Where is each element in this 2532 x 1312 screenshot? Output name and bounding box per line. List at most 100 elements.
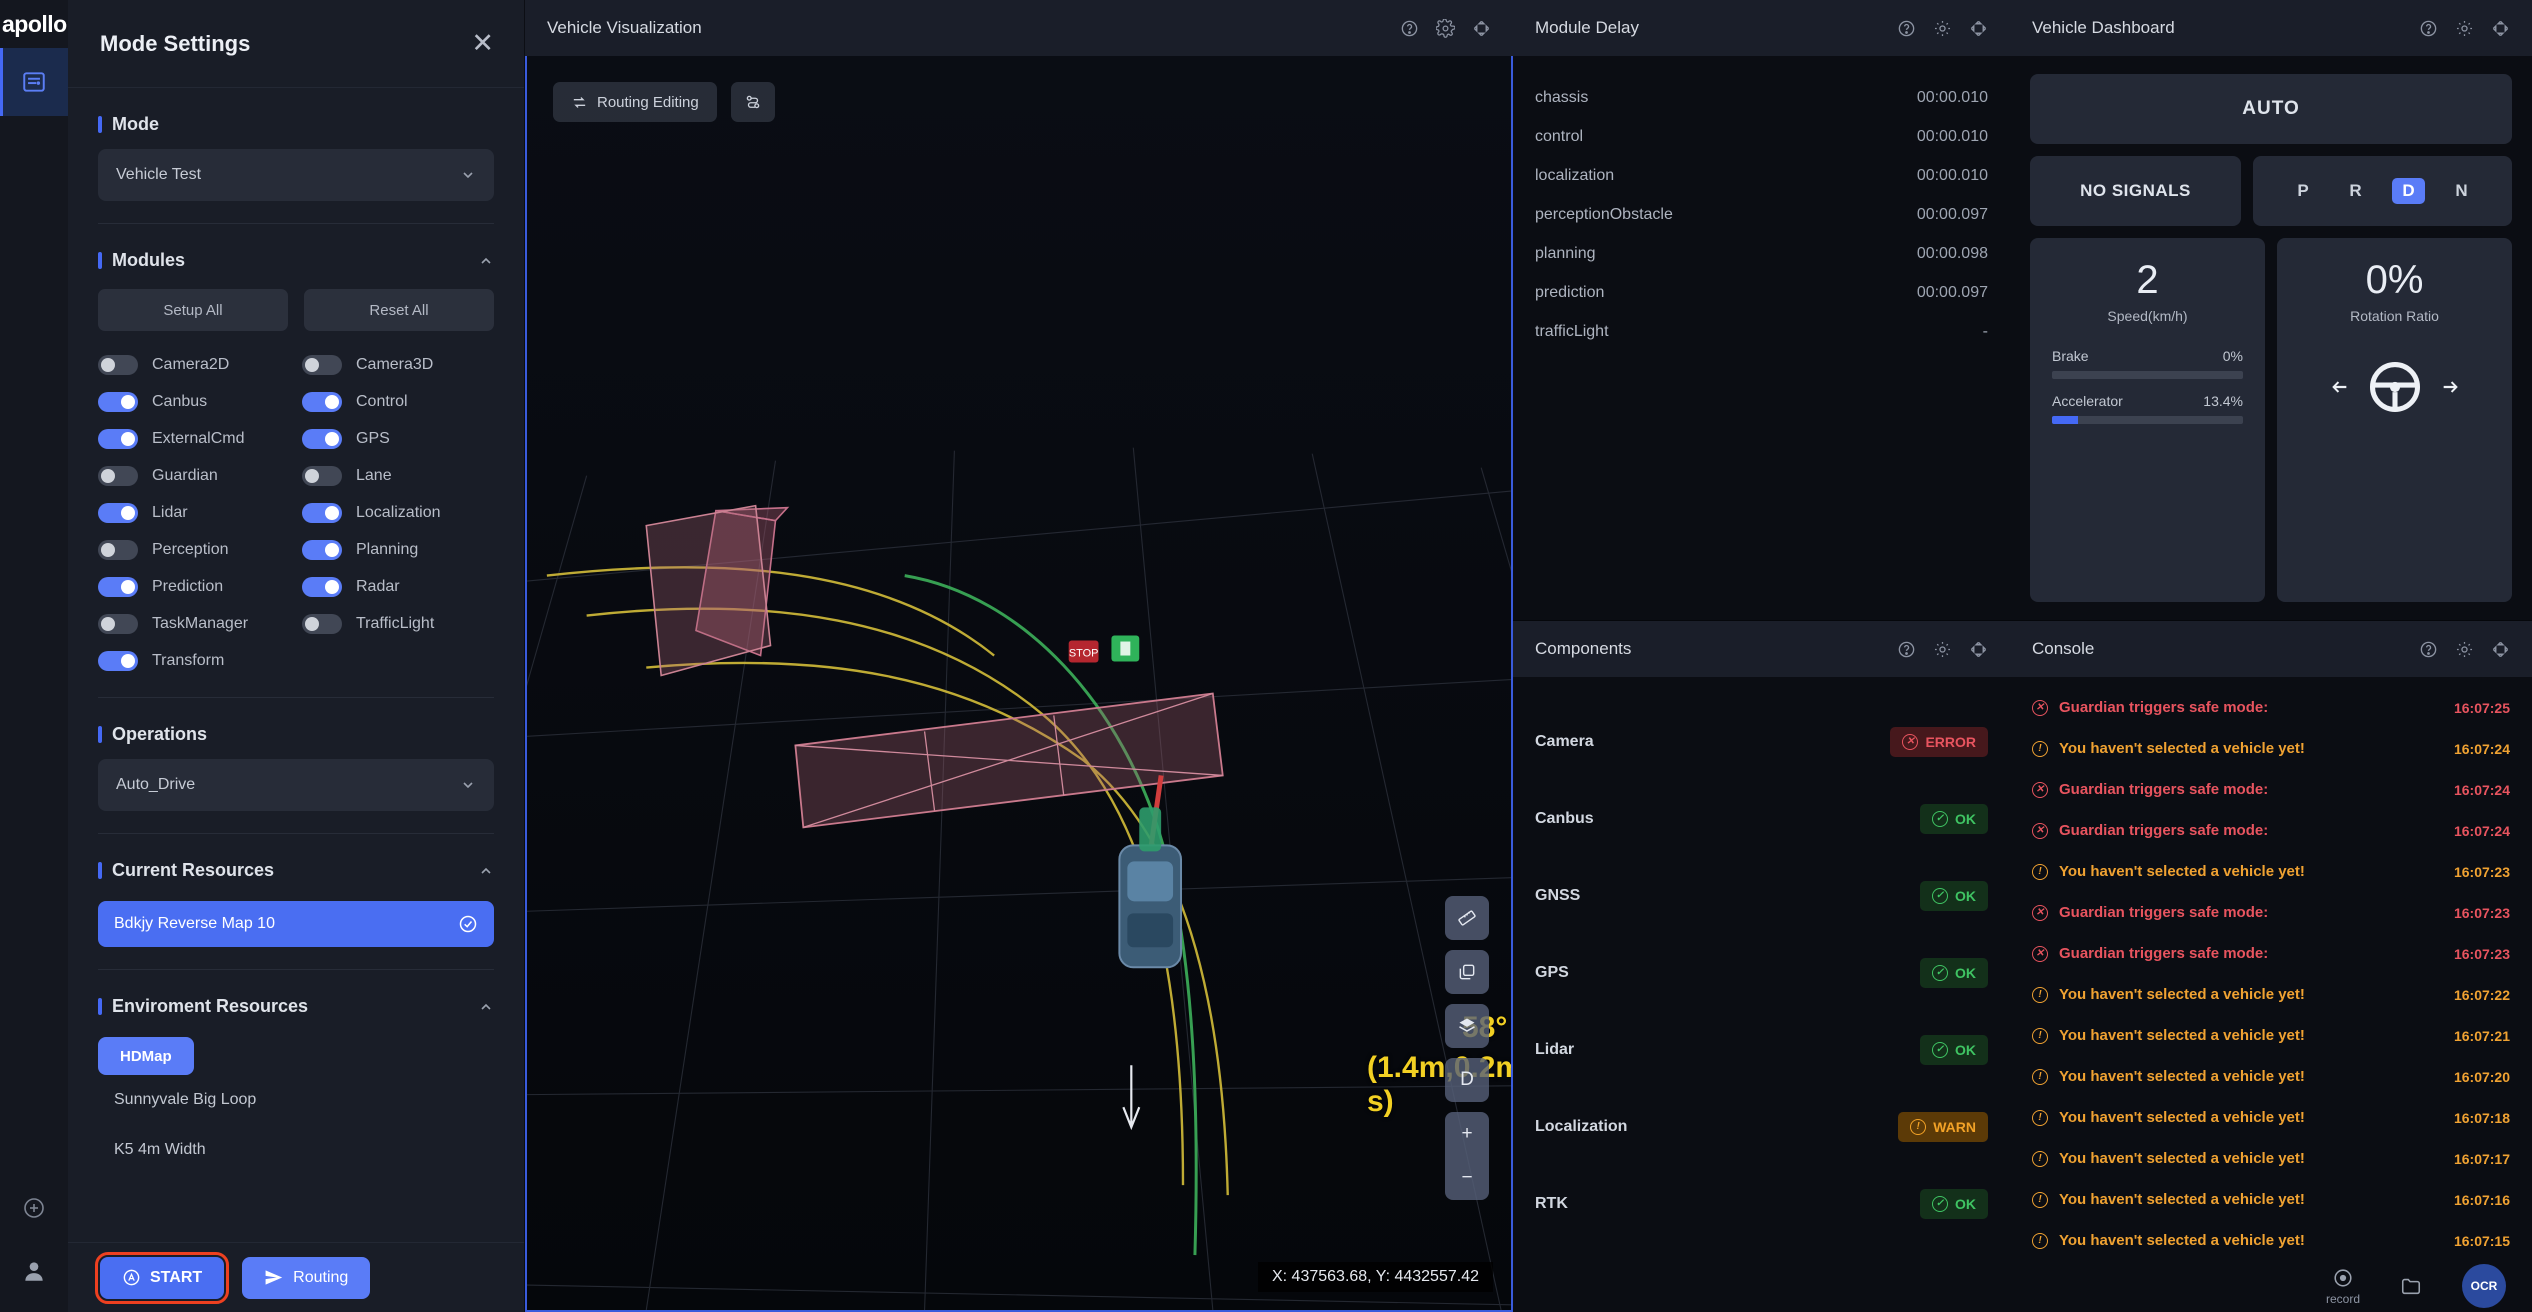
module-toggle-trafficlight[interactable]: TrafficLight bbox=[302, 614, 494, 634]
help-icon[interactable] bbox=[1400, 19, 1419, 38]
chevron-up-icon[interactable] bbox=[478, 863, 494, 879]
expand-icon[interactable] bbox=[1969, 19, 1988, 38]
console-timestamp: 16:07:15 bbox=[2453, 1232, 2510, 1249]
help-icon[interactable] bbox=[1897, 640, 1916, 659]
toggle-switch[interactable] bbox=[302, 577, 342, 597]
console-text: Guardian triggers safe mode: bbox=[2059, 781, 2269, 798]
route-edit-toggle-button[interactable] bbox=[730, 82, 775, 122]
module-toggle-lidar[interactable]: Lidar bbox=[98, 503, 290, 523]
section-current-resources-header[interactable]: Current Resources bbox=[98, 834, 494, 895]
console-message: ✕ Guardian triggers safe mode: bbox=[2032, 822, 2268, 839]
module-toggle-localization[interactable]: Localization bbox=[302, 503, 494, 523]
setup-all-button[interactable]: Setup All bbox=[98, 289, 288, 331]
module-toggle-planning[interactable]: Planning bbox=[302, 540, 494, 560]
zoom-in-button[interactable]: + bbox=[1445, 1112, 1489, 1156]
copy-icon[interactable] bbox=[1445, 950, 1489, 994]
module-toggle-externalcmd[interactable]: ExternalCmd bbox=[98, 429, 290, 449]
toggle-switch[interactable] bbox=[302, 503, 342, 523]
console-log-list: ✕ Guardian triggers safe mode: 16:07:25! Yo… bbox=[2010, 677, 2532, 1312]
console-text: Guardian triggers safe mode: bbox=[2059, 699, 2269, 716]
module-toggle-lane[interactable]: Lane bbox=[302, 466, 494, 486]
environment-resource-item[interactable]: Sunnyvale Big Loop bbox=[98, 1075, 494, 1125]
routing-editing-button[interactable]: Routing Editing bbox=[553, 82, 717, 122]
mode-select[interactable]: Vehicle Test bbox=[98, 149, 494, 201]
chevron-up-icon[interactable] bbox=[478, 999, 494, 1015]
routing-button[interactable]: Routing bbox=[242, 1256, 371, 1299]
toggle-switch[interactable] bbox=[98, 503, 138, 523]
toggle-switch[interactable] bbox=[98, 466, 138, 486]
gear-icon[interactable] bbox=[2455, 640, 2474, 659]
close-icon[interactable]: ✕ bbox=[471, 30, 494, 57]
layers-icon[interactable] bbox=[1445, 1004, 1489, 1048]
folder-button[interactable] bbox=[2400, 1275, 2422, 1297]
help-icon[interactable] bbox=[2419, 640, 2438, 659]
module-toggle-control[interactable]: Control bbox=[302, 392, 494, 412]
help-icon[interactable] bbox=[2419, 19, 2438, 38]
module-toggle-taskmanager[interactable]: TaskManager bbox=[98, 614, 290, 634]
toggle-switch[interactable] bbox=[98, 429, 138, 449]
module-toggle-transform[interactable]: Transform bbox=[98, 651, 290, 671]
drive-mode-button[interactable]: D bbox=[1445, 1058, 1489, 1102]
module-toggle-canbus[interactable]: Canbus bbox=[98, 392, 290, 412]
module-toggle-gps[interactable]: GPS bbox=[302, 429, 494, 449]
module-toggle-prediction[interactable]: Prediction bbox=[98, 577, 290, 597]
speed-gauge: 2 Speed(km/h) Brake 0% Accelerator 13.4% bbox=[2030, 238, 2265, 602]
viz-canvas[interactable]: STOP Routing Editing (1.4m s) D + − X: 4… bbox=[525, 56, 1513, 1312]
module-delay-value: 00:00.010 bbox=[1916, 127, 1988, 145]
gear-icon[interactable] bbox=[1436, 18, 1455, 38]
module-toggle-camera3d[interactable]: Camera3D bbox=[302, 355, 494, 375]
gear-option-p[interactable]: P bbox=[2287, 178, 2318, 204]
status-icon: ✓ bbox=[1932, 1041, 1948, 1058]
operations-select[interactable]: Auto_Drive bbox=[98, 759, 494, 811]
ruler-icon[interactable] bbox=[1445, 896, 1489, 940]
start-button[interactable]: START bbox=[94, 1251, 230, 1304]
plus-circle-icon[interactable] bbox=[22, 1196, 46, 1220]
expand-icon[interactable] bbox=[1969, 640, 1988, 659]
steering-indicator bbox=[2299, 358, 2490, 416]
toggle-switch[interactable] bbox=[302, 392, 342, 412]
toggle-switch[interactable] bbox=[302, 466, 342, 486]
expand-icon[interactable] bbox=[2491, 19, 2510, 38]
toggle-switch[interactable] bbox=[98, 392, 138, 412]
avatar[interactable]: OCR bbox=[2462, 1264, 2506, 1308]
folder-icon bbox=[2400, 1275, 2422, 1297]
module-label: Transform bbox=[152, 652, 225, 669]
gear-icon[interactable] bbox=[1933, 19, 1952, 38]
gear-option-r[interactable]: R bbox=[2339, 178, 2371, 204]
module-toggle-radar[interactable]: Radar bbox=[302, 577, 494, 597]
module-toggle-perception[interactable]: Perception bbox=[98, 540, 290, 560]
dashboard-gauges: 2 Speed(km/h) Brake 0% Accelerator 13.4% bbox=[2030, 238, 2512, 602]
toggle-switch[interactable] bbox=[98, 651, 138, 671]
toggle-switch[interactable] bbox=[98, 577, 138, 597]
environment-resource-item[interactable]: K5 4m Width bbox=[98, 1125, 494, 1175]
toggle-switch[interactable] bbox=[302, 429, 342, 449]
expand-icon[interactable] bbox=[2491, 640, 2510, 659]
gear-option-n[interactable]: N bbox=[2445, 178, 2477, 204]
console-timestamp: 16:07:17 bbox=[2453, 1150, 2510, 1167]
expand-icon[interactable] bbox=[1472, 19, 1491, 38]
user-icon[interactable] bbox=[21, 1258, 47, 1284]
toggle-switch[interactable] bbox=[98, 540, 138, 560]
module-toggle-guardian[interactable]: Guardian bbox=[98, 466, 290, 486]
gear-icon[interactable] bbox=[2455, 19, 2474, 38]
toggle-switch[interactable] bbox=[302, 355, 342, 375]
zoom-out-button[interactable]: − bbox=[1445, 1156, 1489, 1200]
console-timestamp: 16:07:23 bbox=[2453, 945, 2510, 962]
gear-option-d[interactable]: D bbox=[2392, 178, 2425, 204]
gear-selector: PRDN bbox=[2253, 156, 2512, 226]
chevron-up-icon[interactable] bbox=[478, 253, 494, 269]
hdmap-tag[interactable]: HDMap bbox=[98, 1037, 194, 1075]
record-button[interactable]: record bbox=[2326, 1267, 2360, 1306]
help-icon[interactable] bbox=[1897, 19, 1916, 38]
current-resource-selected[interactable]: Bdkjy Reverse Map 10 bbox=[98, 901, 494, 947]
module-toggle-camera2d[interactable]: Camera2D bbox=[98, 355, 290, 375]
gear-icon[interactable] bbox=[1933, 640, 1952, 659]
reset-all-button[interactable]: Reset All bbox=[304, 289, 494, 331]
section-modules-header[interactable]: Modules bbox=[98, 224, 494, 285]
toggle-switch[interactable] bbox=[302, 540, 342, 560]
rail-item-mode-settings[interactable] bbox=[0, 48, 68, 116]
toggle-switch[interactable] bbox=[302, 614, 342, 634]
toggle-switch[interactable] bbox=[98, 355, 138, 375]
section-environment-resources-header[interactable]: Enviroment Resources bbox=[98, 970, 494, 1031]
toggle-switch[interactable] bbox=[98, 614, 138, 634]
